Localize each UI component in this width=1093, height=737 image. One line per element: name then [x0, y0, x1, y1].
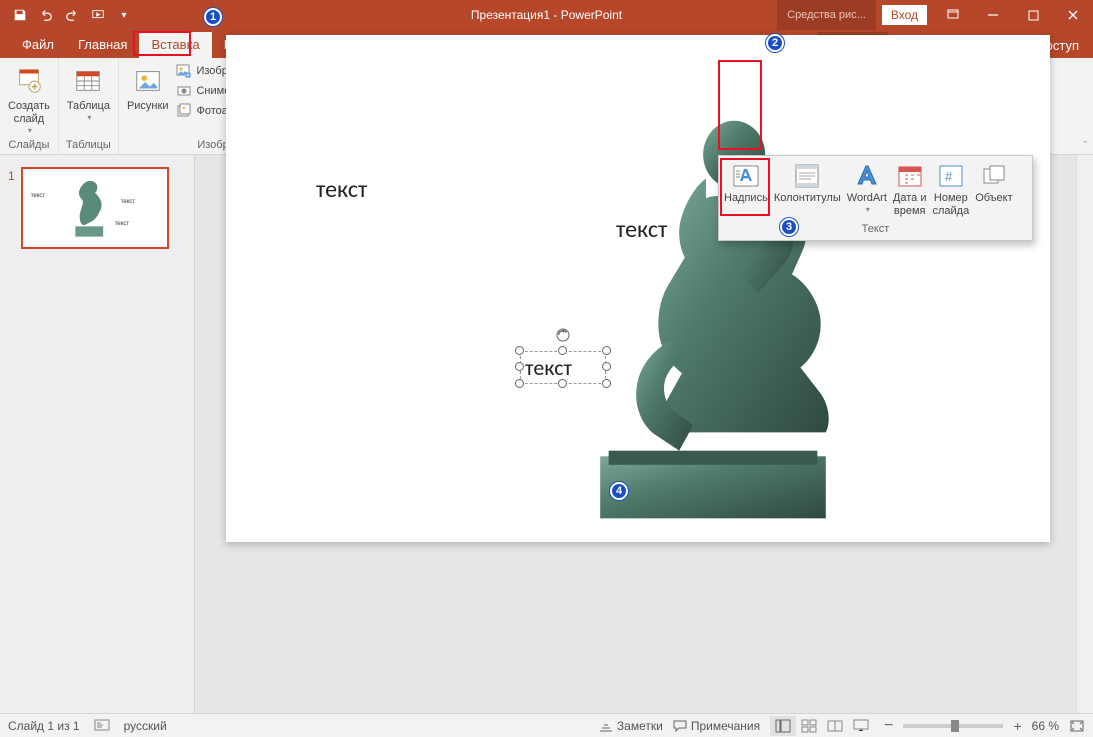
- resize-handle-r[interactable]: [602, 362, 611, 371]
- textbox-label: Надпись: [724, 192, 768, 205]
- comments-toggle[interactable]: Примечания: [673, 719, 760, 733]
- undo-button[interactable]: [34, 3, 58, 27]
- header-footer-icon: [793, 160, 821, 192]
- thumbnail-number: 1: [8, 167, 15, 183]
- callout-3: 3: [780, 218, 798, 236]
- view-buttons: [770, 716, 874, 736]
- rotation-handle[interactable]: [555, 327, 571, 343]
- resize-handle-b[interactable]: [558, 379, 567, 388]
- textbox-button[interactable]: Надпись: [721, 158, 771, 219]
- header-footer-button[interactable]: Колонтитулы: [771, 158, 844, 219]
- slide-number-button[interactable]: # Номер слайда: [929, 158, 972, 219]
- resize-handle-tr[interactable]: [602, 346, 611, 355]
- thumb-text-3: текст: [115, 221, 129, 227]
- text-panel-group-label: Текст: [719, 219, 1032, 240]
- minimize-button[interactable]: [973, 0, 1013, 30]
- resize-handle-l[interactable]: [515, 362, 524, 371]
- zoom-slider[interactable]: [903, 724, 1003, 728]
- resize-handle-bl[interactable]: [515, 379, 524, 388]
- zoom-slider-thumb[interactable]: [951, 720, 959, 732]
- group-label-tables: Таблицы: [63, 137, 114, 154]
- collapse-ribbon-button[interactable]: ˆ: [1083, 140, 1087, 152]
- callout-4: 4: [610, 482, 628, 500]
- title-bar-right: Средства рис... Вход: [777, 0, 1093, 30]
- resize-handle-t[interactable]: [558, 346, 567, 355]
- textbox-icon: [732, 160, 760, 192]
- tab-insert[interactable]: Вставка: [139, 32, 211, 58]
- date-time-button[interactable]: Дата и время: [890, 158, 930, 219]
- zoom-out-button[interactable]: −: [884, 717, 893, 735]
- contextual-tab-label: Средства рис...: [777, 0, 876, 30]
- notes-label: Заметки: [617, 719, 663, 733]
- header-footer-label: Колонтитулы: [774, 192, 841, 205]
- qat-customize-button[interactable]: ▾: [112, 3, 136, 27]
- sorter-view-button[interactable]: [796, 716, 822, 736]
- table-label: Таблица: [67, 100, 110, 113]
- spellcheck-icon[interactable]: [94, 719, 110, 733]
- new-slide-button[interactable]: Создать слайд ▾: [4, 60, 54, 136]
- screenshot-icon: [176, 83, 192, 99]
- status-slide-count[interactable]: Слайд 1 из 1: [8, 719, 80, 733]
- resize-handle-br[interactable]: [602, 379, 611, 388]
- ribbon-group-tables: Таблица ▾ Таблицы: [59, 58, 119, 154]
- date-time-icon: [896, 160, 924, 192]
- pictures-icon: [133, 63, 163, 99]
- online-pictures-icon: [176, 63, 192, 79]
- callout-1: 1: [204, 8, 222, 26]
- slide-text-1[interactable]: текст: [316, 175, 367, 204]
- tab-home[interactable]: Главная: [66, 32, 139, 58]
- thumb-text-1: текст: [31, 193, 45, 199]
- quick-access-toolbar: ▾: [0, 3, 136, 27]
- pictures-label: Рисунки: [127, 100, 169, 113]
- thumbnail-statue-icon: [67, 175, 113, 241]
- new-slide-icon: [14, 63, 44, 99]
- ribbon-group-slides: Создать слайд ▾ Слайды: [0, 58, 59, 154]
- status-bar: Слайд 1 из 1 русский Заметки Примечания …: [0, 713, 1093, 737]
- wordart-label: WordArt: [847, 192, 887, 205]
- selected-text-box[interactable]: текст: [520, 351, 606, 383]
- table-button[interactable]: Таблица ▾: [63, 60, 114, 123]
- title-bar: ▾ Презентация1 - PowerPoint Средства рис…: [0, 0, 1093, 30]
- notes-button[interactable]: Заметки: [599, 719, 663, 733]
- pictures-button[interactable]: Рисунки: [123, 60, 173, 113]
- slideshow-view-button[interactable]: [848, 716, 874, 736]
- object-button[interactable]: Объект: [972, 158, 1015, 219]
- window-title: Презентация1 - PowerPoint: [471, 8, 622, 22]
- redo-button[interactable]: [60, 3, 84, 27]
- ribbon-options-button[interactable]: [933, 0, 973, 30]
- text-dropdown-panel: Надпись Колонтитулы WordArt ▾ Дата и вре…: [718, 155, 1033, 241]
- zoom-level[interactable]: 66 %: [1032, 719, 1059, 733]
- save-button[interactable]: [8, 3, 32, 27]
- status-language[interactable]: русский: [124, 719, 167, 733]
- table-icon: [73, 63, 103, 99]
- date-time-label: Дата и время: [893, 192, 927, 217]
- callout-2: 2: [766, 34, 784, 52]
- wordart-button[interactable]: WordArt ▾: [844, 158, 890, 219]
- slide-thumbnail-pane: 1 текст текст текст: [0, 155, 195, 713]
- slide-number-label: Номер слайда: [932, 192, 969, 217]
- slide[interactable]: текст текст текст: [226, 35, 1050, 542]
- object-icon: [980, 160, 1008, 192]
- maximize-button[interactable]: [1013, 0, 1053, 30]
- wordart-icon: [853, 160, 881, 192]
- reading-view-button[interactable]: [822, 716, 848, 736]
- new-slide-label: Создать слайд: [8, 100, 50, 126]
- start-from-beginning-button[interactable]: [86, 3, 110, 27]
- slide-number-icon: #: [937, 160, 965, 192]
- zoom-in-button[interactable]: +: [1013, 718, 1021, 734]
- photo-album-icon: [176, 103, 192, 119]
- slide-text-2[interactable]: текст: [616, 215, 667, 244]
- comments-label: Примечания: [691, 719, 760, 733]
- fit-to-window-button[interactable]: [1069, 719, 1085, 733]
- slide-thumbnail-1[interactable]: текст текст текст: [21, 167, 169, 249]
- thumb-text-2: текст: [121, 199, 135, 205]
- close-button[interactable]: [1053, 0, 1093, 30]
- svg-text:#: #: [945, 169, 953, 184]
- tab-file[interactable]: Файл: [10, 32, 66, 58]
- signin-button[interactable]: Вход: [882, 5, 927, 25]
- group-label-slides: Слайды: [4, 137, 54, 154]
- object-label: Объект: [975, 192, 1012, 205]
- resize-handle-tl[interactable]: [515, 346, 524, 355]
- normal-view-button[interactable]: [770, 716, 796, 736]
